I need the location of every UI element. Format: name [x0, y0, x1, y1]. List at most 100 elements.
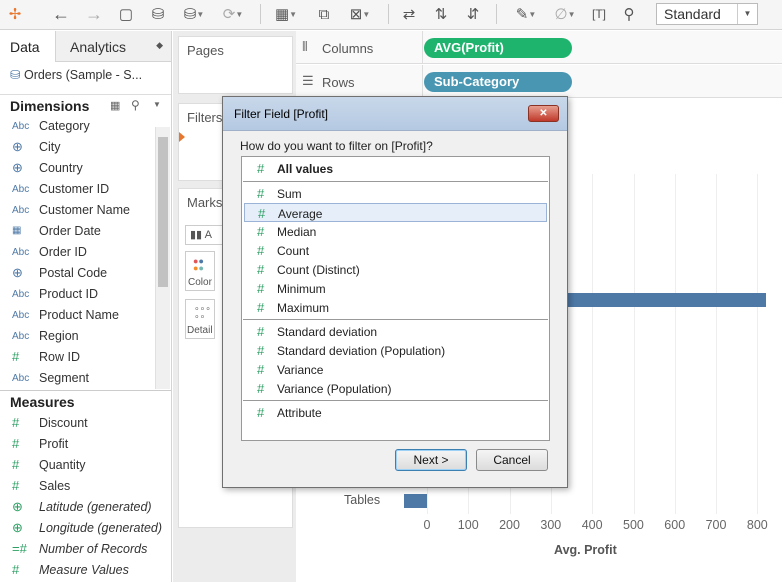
field-item[interactable]: Abc Category	[0, 117, 155, 138]
field-item[interactable]: Abc Product Name	[0, 306, 155, 327]
number-type-icon: #	[12, 457, 20, 472]
forward-icon[interactable]: →	[83, 3, 105, 25]
number-type-icon: #	[257, 381, 265, 396]
aggregation-option[interactable]: # Minimum	[244, 279, 547, 298]
number-type-icon: #	[257, 224, 265, 239]
field-item[interactable]: Abc Product ID	[0, 285, 155, 306]
rows-pill[interactable]: Sub-Category	[424, 72, 572, 92]
field-label: Order Date	[39, 224, 101, 238]
string-type-icon: Abc	[12, 184, 30, 195]
aggregation-option[interactable]: # Sum	[244, 184, 547, 203]
view-list-icon[interactable]: ▦	[110, 99, 120, 112]
scrollbar-thumb[interactable]	[158, 137, 168, 287]
back-icon[interactable]: ←	[50, 3, 72, 25]
detail-button[interactable]: ∘∘∘ ∘∘ Detail	[185, 299, 215, 339]
marks-title: Marks	[187, 195, 223, 210]
close-button[interactable]: ✕	[528, 105, 559, 122]
string-type-icon: Abc	[12, 247, 30, 258]
aggregation-label: Standard deviation (Population)	[277, 344, 446, 358]
field-item[interactable]: ⊕ City	[0, 138, 155, 159]
rows-shelf[interactable]: ☰ Rows Sub-Category	[296, 65, 782, 98]
next-button[interactable]: Next >	[395, 449, 467, 471]
tableau-logo-icon[interactable]: ✢	[4, 3, 26, 25]
aggregation-option[interactable]: # Standard deviation (Population)	[244, 341, 547, 360]
sort-ascending-icon[interactable]: ⇅	[430, 3, 452, 25]
columns-label: Columns	[322, 41, 374, 56]
field-item[interactable]: Abc Order ID	[0, 243, 155, 264]
pages-card[interactable]: Pages	[178, 36, 293, 94]
field-item[interactable]: ⊕ Postal Code	[0, 264, 155, 285]
field-item[interactable]: Abc Customer ID	[0, 180, 155, 201]
aggregation-option[interactable]: # All values	[244, 159, 547, 178]
aggregation-option[interactable]: # Attribute	[244, 403, 547, 422]
field-label: Row ID	[39, 350, 80, 364]
duplicate-icon[interactable]: ⧉	[312, 3, 336, 25]
field-item[interactable]: =# Number of Records	[0, 540, 155, 561]
tab-data[interactable]: Data	[0, 31, 56, 62]
aggregation-label: Count	[277, 244, 310, 258]
field-label: Customer Name	[39, 203, 130, 217]
field-item[interactable]: ⊕ Longitude (generated)	[0, 519, 162, 540]
mark-type-label: A	[204, 229, 212, 241]
field-item[interactable]: Abc Customer Name	[0, 201, 155, 222]
field-item[interactable]: ⊕ Latitude (generated)	[0, 498, 155, 519]
field-label: Quantity	[39, 458, 86, 472]
pin-icon[interactable]: ⚲	[618, 3, 640, 25]
cancel-button[interactable]: Cancel	[476, 449, 548, 471]
new-worksheet-icon[interactable]: ▦ ▼	[268, 3, 304, 25]
field-item[interactable]: ⊕ Country	[0, 159, 155, 180]
globe-icon: ⊕	[12, 499, 23, 514]
field-item[interactable]: # Row ID	[0, 348, 155, 369]
columns-pill[interactable]: AVG(Profit)	[424, 38, 572, 58]
tab-analytics[interactable]: Analytics ◆	[56, 31, 171, 62]
mark-type-dropdown[interactable]: ▮▮ A	[185, 225, 225, 245]
dimensions-scrollbar[interactable]	[155, 127, 170, 389]
aggregation-option[interactable]: # Median	[244, 222, 547, 241]
paperclip-icon[interactable]: ∅ ▼	[548, 3, 582, 25]
detail-icon: ∘∘∘ ∘∘	[194, 303, 211, 321]
field-item[interactable]: Abc Region	[0, 327, 155, 348]
aggregation-option[interactable]: # Variance	[244, 360, 547, 379]
fit-value: Standard	[664, 6, 721, 22]
dialog-titlebar[interactable]: Filter Field [Profit] ✕	[223, 97, 567, 131]
x-tick-label: 800	[746, 518, 768, 532]
field-item[interactable]: # Sales	[0, 477, 155, 498]
dialog-question: How do you want to filter on [Profit]?	[240, 139, 433, 153]
field-item[interactable]: # Quantity	[0, 456, 155, 477]
search-icon[interactable]: ⚲	[131, 98, 140, 112]
datasource-item[interactable]: ⛁ Orders (Sample - S...	[10, 67, 142, 82]
tab-analytics-label: Analytics	[70, 39, 127, 55]
pause-updates-icon[interactable]: ⛁ ▼	[180, 3, 208, 25]
clear-sheet-icon[interactable]: ⊠ ▼	[342, 3, 378, 25]
aggregation-option[interactable]: # Variance (Population)	[244, 379, 547, 398]
aggregation-option[interactable]: # Count	[244, 241, 547, 260]
aggregation-option[interactable]: # Count (Distinct)	[244, 260, 547, 279]
aggregation-option[interactable]: # Maximum	[244, 298, 547, 317]
color-button[interactable]: ●● ●● Color	[185, 251, 215, 291]
fit-dropdown[interactable]: Standard ▼	[656, 3, 758, 25]
columns-shelf[interactable]: ⦀ Columns AVG(Profit)	[296, 31, 782, 64]
sort-descending-icon[interactable]: ⇵	[462, 3, 484, 25]
field-item[interactable]: ▦ Order Date	[0, 222, 155, 243]
field-item[interactable]: # Measure Values	[0, 561, 155, 582]
refresh-icon[interactable]: ⟳ ▼	[216, 3, 250, 25]
swap-icon[interactable]: ⇄	[398, 3, 420, 25]
field-label: Longitude (generated)	[39, 521, 163, 535]
aggregation-list[interactable]: # All values # Sum # Average # Median # Count # Cou…	[241, 156, 550, 441]
chevron-down-icon[interactable]: ▼	[153, 100, 161, 109]
label-icon[interactable]: [T]	[588, 3, 610, 25]
bar-tables[interactable]	[403, 494, 427, 508]
field-label: Product Name	[39, 308, 119, 322]
save-icon[interactable]: ▢	[115, 3, 137, 25]
field-item[interactable]: Abc Segment	[0, 369, 155, 390]
aggregation-option[interactable]: # Standard deviation	[244, 322, 547, 341]
field-item[interactable]: # Profit	[0, 435, 155, 456]
new-datasource-icon[interactable]: ⛁	[146, 3, 170, 25]
aggregation-option[interactable]: # Average	[244, 203, 547, 222]
measures-title: Measures	[10, 394, 75, 410]
field-item[interactable]: # Discount	[0, 414, 155, 435]
x-axis-title: Avg. Profit	[554, 543, 617, 557]
x-tick-label: 700	[705, 518, 727, 532]
highlight-icon[interactable]: ✎ ▼	[508, 3, 544, 25]
gridline	[757, 174, 759, 514]
